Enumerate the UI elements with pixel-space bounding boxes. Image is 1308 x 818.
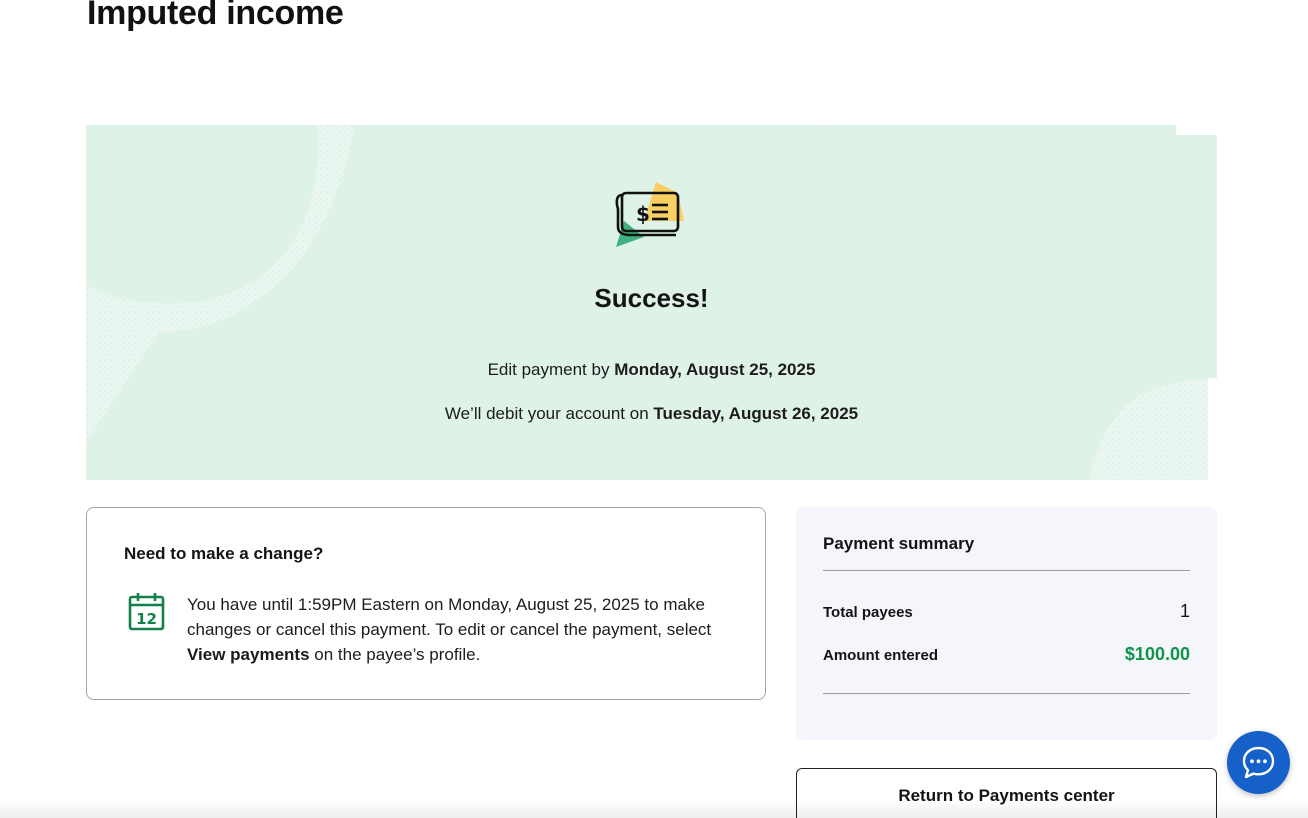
summary-divider (823, 570, 1190, 571)
page-title: Imputed income (87, 0, 344, 32)
payment-summary-title: Payment summary (823, 534, 975, 553)
chat-bubble-icon (1242, 746, 1275, 779)
change-instructions: You have until 1:59PM Eastern on Monday,… (187, 592, 727, 667)
debit-date-prefix: We’ll debit your account on (444, 404, 649, 423)
debit-date-line: We’ll debit your account on Tuesday, Aug… (86, 404, 1217, 424)
total-payees-value: 1 (1179, 601, 1190, 621)
amount-entered-row: Amount entered $100.00 (823, 644, 1190, 665)
total-payees-row: Total payees 1 (823, 601, 1190, 622)
change-text-before: You have until 1:59PM Eastern on Monday,… (187, 595, 712, 639)
chat-button[interactable] (1227, 731, 1290, 794)
return-to-payments-center-button[interactable]: Return to Payments center (796, 768, 1217, 818)
edit-deadline-date: Monday, August 25, 2025 (614, 360, 816, 379)
summary-divider (823, 693, 1190, 694)
payment-summary-panel: Payment summary Total payees 1 Amount en… (796, 507, 1217, 740)
debit-date-value: Tuesday, August 26, 2025 (653, 404, 859, 423)
view-payments-reference: View payments (187, 645, 310, 664)
change-card-title: Need to make a change? (124, 544, 324, 563)
edit-deadline-prefix: Edit payment by (487, 360, 610, 379)
banner-content: $ Success! Edit payment by Monday, Augus… (86, 125, 1217, 480)
success-banner: $ Success! Edit payment by Monday, Augus… (86, 125, 1217, 480)
change-text-after: on the payee’s profile. (314, 645, 481, 664)
change-info-card: Need to make a change? 12 You have until… (86, 507, 766, 700)
check-money-icon: $ (615, 182, 684, 247)
calendar-icon: 12 (128, 593, 165, 631)
edit-deadline-line: Edit payment by Monday, August 25, 2025 (86, 360, 1217, 380)
svg-text:$: $ (636, 202, 650, 226)
success-title: Success! (594, 283, 709, 313)
calendar-day: 12 (136, 610, 157, 628)
amount-entered-value: $100.00 (1124, 644, 1190, 664)
amount-entered-label: Amount entered (823, 647, 939, 664)
total-payees-label: Total payees (823, 604, 913, 621)
page: Imputed income $ Success! Edit payment b… (0, 0, 1308, 818)
